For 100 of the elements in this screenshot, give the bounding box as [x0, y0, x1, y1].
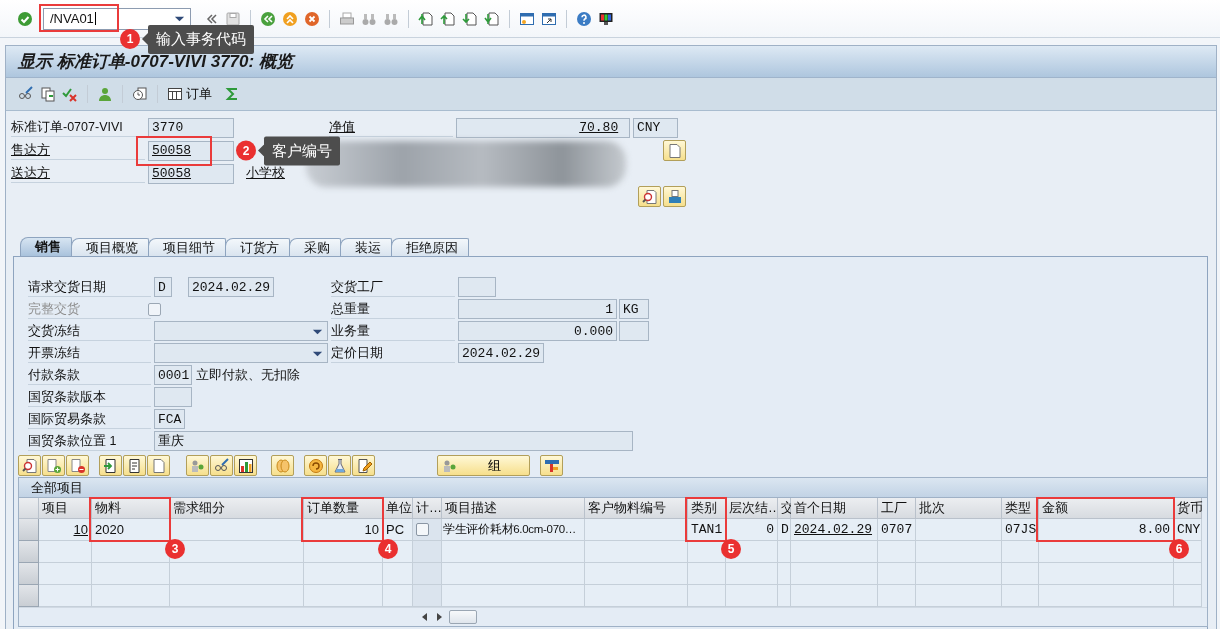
table-cell[interactable]: 2024.02.29: [791, 519, 878, 541]
tab[interactable]: 装运: [340, 238, 392, 256]
clock-document-icon[interactable]: [132, 86, 148, 102]
exit-icon[interactable]: [282, 10, 298, 27]
check-cross-icon[interactable]: [62, 86, 78, 102]
field-label[interactable]: 净值: [329, 118, 453, 137]
previous-page-icon[interactable]: [440, 10, 456, 27]
checkbox[interactable]: [416, 523, 429, 536]
input-field[interactable]: [458, 277, 496, 297]
pencil-icon: [355, 457, 372, 474]
print-icon[interactable]: [339, 10, 355, 27]
callout-tooltip: 客户编号: [264, 136, 340, 165]
print-button[interactable]: [663, 186, 686, 207]
toolbar-button[interactable]: [304, 455, 327, 476]
last-page-icon[interactable]: [484, 10, 500, 27]
dropdown-field[interactable]: [154, 321, 328, 341]
dropdown-field[interactable]: [154, 343, 328, 363]
next-page-icon[interactable]: [462, 10, 478, 27]
document-button[interactable]: [663, 140, 686, 161]
save-icon[interactable]: [225, 10, 241, 27]
customer-field[interactable]: 50058: [148, 140, 234, 161]
help-icon[interactable]: [576, 10, 592, 27]
input-field[interactable]: [154, 387, 192, 407]
structure-icon: [543, 457, 560, 474]
tab[interactable]: 销售: [20, 237, 72, 256]
column-header[interactable]: 计…: [413, 498, 442, 519]
row-selector[interactable]: [19, 541, 39, 563]
field-label[interactable]: 送达方: [11, 164, 145, 183]
column-header[interactable]: 项目描述: [442, 498, 585, 519]
delete-row-icon: [69, 457, 86, 474]
tab[interactable]: 拒绝原因: [391, 238, 469, 256]
field-label: 交货工厂: [331, 277, 455, 297]
column-header[interactable]: 类型: [1002, 498, 1039, 519]
search-button[interactable]: [638, 186, 661, 207]
row-selector[interactable]: [19, 519, 39, 541]
tab[interactable]: 项目细节: [148, 238, 226, 256]
column-header[interactable]: 工厂: [878, 498, 916, 519]
table-corner: [19, 498, 39, 519]
column-header[interactable]: 项目: [39, 498, 92, 519]
field-label: 总重量: [331, 299, 455, 319]
column-header[interactable]: 批次: [916, 498, 1002, 519]
column-header[interactable]: 需求细分: [170, 498, 304, 519]
table-cell: 07JS: [1002, 519, 1039, 541]
ship-to-name[interactable]: 小学校: [246, 165, 285, 182]
toolbar-button[interactable]: [234, 455, 257, 476]
person-icon[interactable]: [97, 86, 113, 102]
toolbar-button[interactable]: [99, 455, 122, 476]
first-page-icon[interactable]: [418, 10, 434, 27]
display-change-icon[interactable]: [18, 86, 34, 102]
column-header[interactable]: 层次结…: [726, 498, 778, 519]
group-button[interactable]: 组: [437, 455, 530, 476]
monitor-icon[interactable]: [598, 10, 614, 27]
cancel-icon[interactable]: [304, 10, 320, 27]
new-window-icon[interactable]: [519, 10, 535, 27]
document-icon: [150, 457, 167, 474]
toolbar-button[interactable]: [123, 455, 146, 476]
sum-icon[interactable]: [224, 86, 240, 102]
back-icon[interactable]: [260, 10, 276, 27]
date-field[interactable]: 2024.02.29: [458, 343, 544, 363]
enter-icon[interactable]: [17, 10, 33, 27]
field-label[interactable]: 售达方: [11, 141, 145, 160]
ship-to-field[interactable]: 50058: [148, 163, 234, 184]
document-arrow-icon: [102, 457, 119, 474]
order-number-field: 3770: [148, 117, 234, 138]
table-cell: [413, 563, 442, 585]
command-field[interactable]: /NVA01: [43, 7, 191, 30]
input-field[interactable]: 0001: [154, 365, 192, 385]
table-cell[interactable]: 10: [39, 519, 92, 541]
scroll-left-icon[interactable]: [421, 612, 429, 622]
tab[interactable]: 订货方: [225, 238, 290, 256]
column-header[interactable]: 类别: [688, 498, 726, 519]
unit-field[interactable]: KG: [619, 299, 649, 319]
tab[interactable]: 采购: [289, 238, 341, 256]
callout-tooltip: 输入事务代码: [148, 24, 254, 54]
column-header[interactable]: 单位: [383, 498, 413, 519]
toolbar-button[interactable]: [352, 455, 375, 476]
field-label: 国贸条款版本: [28, 387, 151, 407]
tab[interactable]: 项目概览: [71, 238, 149, 256]
date-field[interactable]: 2024.02.29: [188, 277, 274, 297]
row-selector[interactable]: [19, 563, 39, 585]
unit-field[interactable]: [619, 321, 649, 341]
scroll-right-icon[interactable]: [435, 612, 443, 622]
column-header[interactable]: 物料: [92, 498, 170, 519]
code-field[interactable]: D: [154, 277, 172, 297]
order-button[interactable]: 订单: [167, 85, 218, 103]
field-label: 请求交货日期: [28, 277, 151, 297]
search-icon: [641, 188, 658, 205]
column-header[interactable]: 首个日期: [791, 498, 878, 519]
input-field[interactable]: 重庆: [154, 431, 633, 451]
input-field[interactable]: FCA: [154, 409, 185, 429]
copy-document-icon[interactable]: [40, 86, 56, 102]
scroll-thumb[interactable]: [449, 610, 477, 624]
shortcut-window-icon[interactable]: [541, 10, 557, 27]
column-header[interactable]: 货币: [1174, 498, 1202, 519]
callout-number: 2: [236, 140, 256, 161]
column-header[interactable]: 客户物料编号: [585, 498, 688, 519]
quantity-field[interactable]: 0.000: [458, 321, 617, 341]
table-cell: [878, 563, 916, 585]
quantity-field[interactable]: 1: [458, 299, 617, 319]
row-selector[interactable]: [19, 585, 39, 607]
